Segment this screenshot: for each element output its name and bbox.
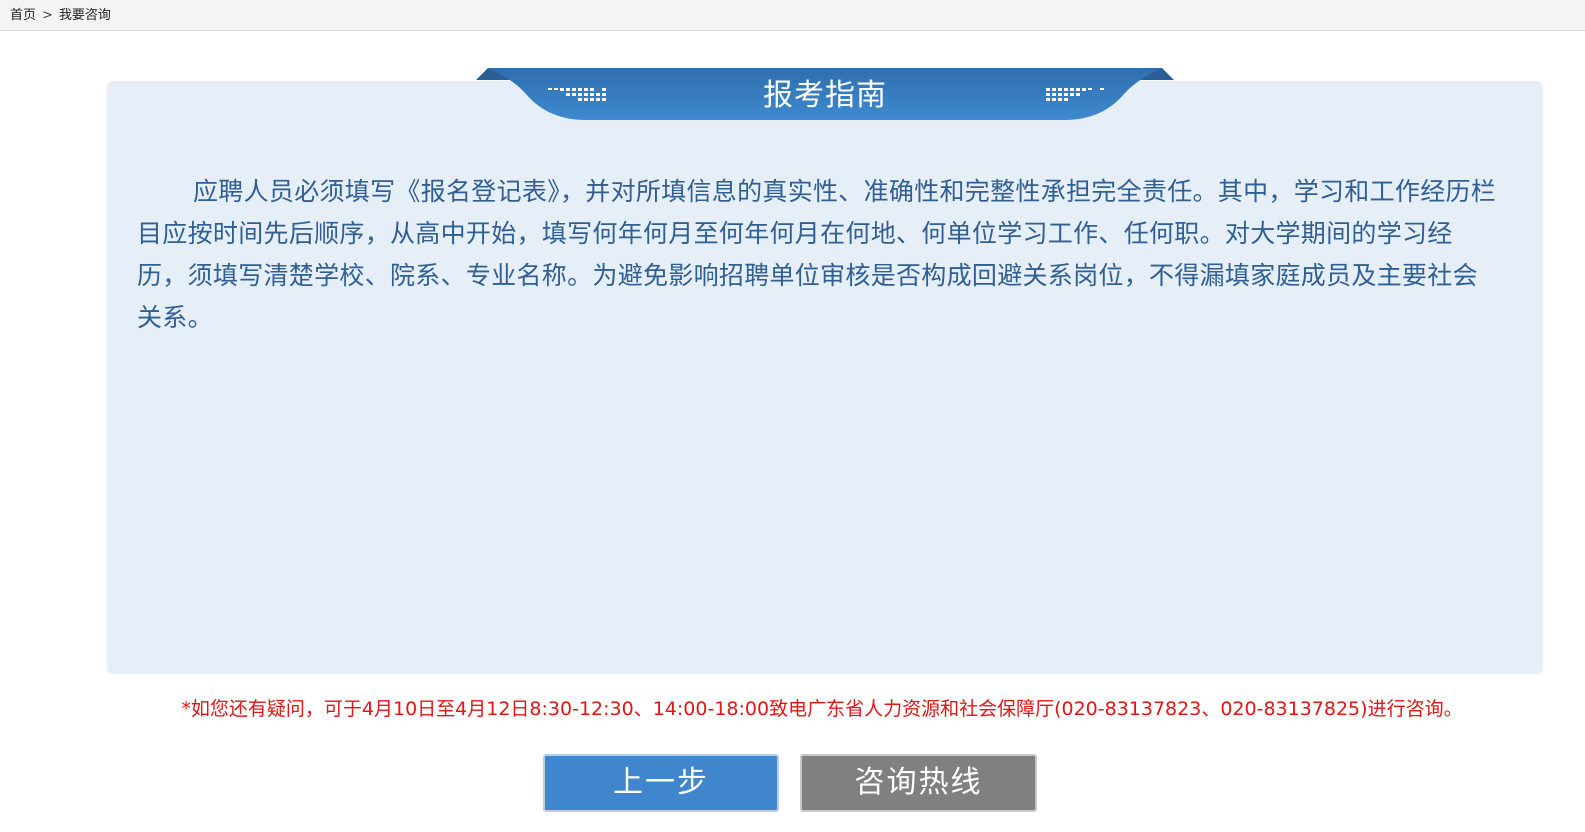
consultation-notice: *如您还有疑问，可于4月10日至4月12日8:30-12:30、14:00-18… <box>181 698 1463 720</box>
breadcrumb-current: 我要咨询 <box>58 8 111 23</box>
hotline-button[interactable]: 咨询热线 <box>800 754 1037 812</box>
guide-title: 报考指南 <box>763 78 887 113</box>
previous-step-button[interactable]: 上一步 <box>543 754 779 812</box>
breadcrumb: 首页 > 我要咨询 <box>0 0 1585 31</box>
guide-body-text: 应聘人员必须填写《报名登记表》，并对所填信息的真实性、准确性和完整性承担完全责任… <box>137 177 1497 332</box>
guide-panel <box>107 81 1543 674</box>
breadcrumb-home-link[interactable]: 首页 <box>10 8 36 23</box>
breadcrumb-separator: > <box>42 8 53 23</box>
guide-title-banner: 报考指南 <box>474 66 1176 126</box>
